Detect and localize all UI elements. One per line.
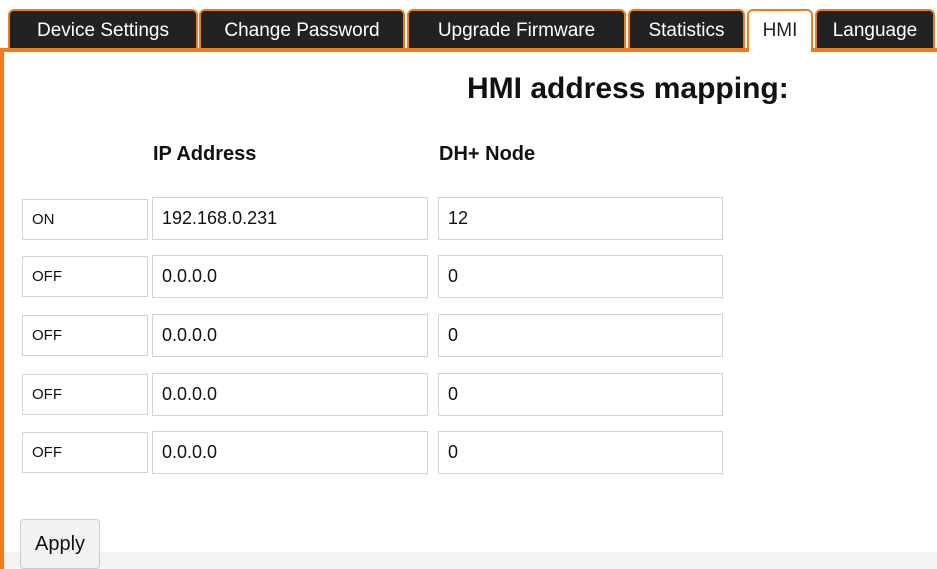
row-5-ip-address-input[interactable] bbox=[152, 431, 428, 474]
row-4-status-field[interactable] bbox=[22, 374, 148, 415]
tab-change-password[interactable]: Change Password bbox=[199, 9, 405, 48]
row-5-status-field[interactable] bbox=[22, 432, 148, 473]
tab-upgrade-firmware[interactable]: Upgrade Firmware bbox=[407, 9, 626, 48]
apply-button[interactable]: Apply bbox=[20, 519, 100, 569]
content-left-border bbox=[0, 52, 4, 569]
row-5-dh-node-input[interactable] bbox=[438, 431, 723, 474]
row-4-ip-address-input[interactable] bbox=[152, 373, 428, 416]
ip-address-column-header: IP Address bbox=[153, 143, 257, 165]
row-2-status-field[interactable] bbox=[22, 256, 148, 297]
row-1-ip-address-input[interactable] bbox=[152, 197, 428, 240]
footer-strip bbox=[4, 552, 937, 569]
page-title: HMI address mapping: bbox=[467, 72, 789, 105]
tab-hmi[interactable]: HMI bbox=[747, 9, 813, 52]
tab-device-settings[interactable]: Device Settings bbox=[8, 9, 198, 48]
row-3-status-field[interactable] bbox=[22, 315, 148, 356]
row-3-ip-address-input[interactable] bbox=[152, 314, 428, 357]
tab-language[interactable]: Language bbox=[815, 9, 935, 48]
row-2-dh-node-input[interactable] bbox=[438, 255, 723, 298]
dh-node-column-header: DH+ Node bbox=[439, 143, 536, 165]
row-1-dh-node-input[interactable] bbox=[438, 197, 723, 240]
row-3-dh-node-input[interactable] bbox=[438, 314, 723, 357]
row-4-dh-node-input[interactable] bbox=[438, 373, 723, 416]
tab-statistics[interactable]: Statistics bbox=[628, 9, 745, 48]
row-1-status-field[interactable] bbox=[22, 199, 148, 240]
tab-bar: Device Settings Change Password Upgrade … bbox=[0, 0, 937, 52]
row-2-ip-address-input[interactable] bbox=[152, 255, 428, 298]
